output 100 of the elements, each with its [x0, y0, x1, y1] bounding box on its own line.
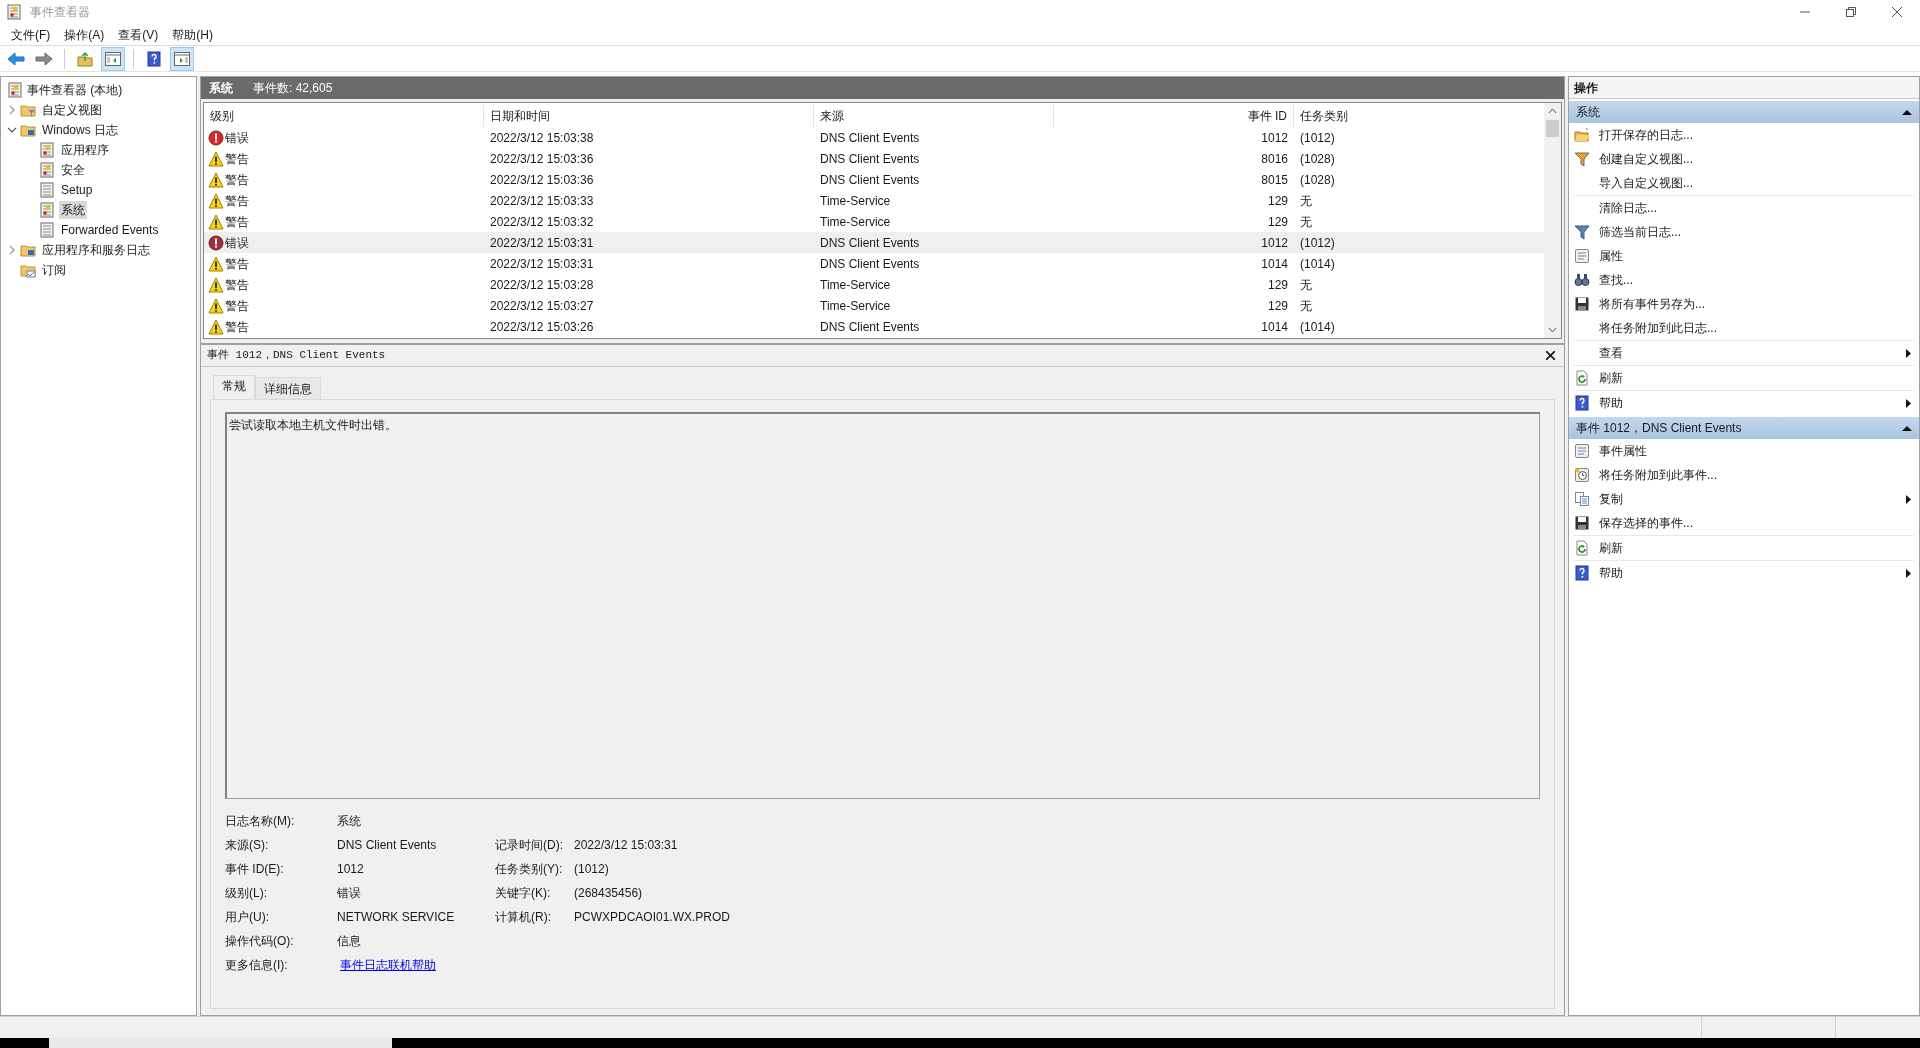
- property-value: 信息: [337, 933, 362, 950]
- table-cell-text: 无: [1299, 213, 1313, 231]
- table-row[interactable]: 错误 2022/3/12 15:03:38 DNS Client Events 1012 (1012): [204, 127, 1544, 148]
- action-item[interactable]: 将任务附加到此事件...: [1599, 466, 1717, 484]
- table-cell-text: 警告: [225, 318, 249, 336]
- property-value: (1012): [574, 861, 609, 878]
- help-link[interactable]: 事件日志联机帮助: [340, 956, 436, 974]
- table-cell-text: 警告: [225, 192, 249, 210]
- action-item[interactable]: 将任务附加到此日志...: [1599, 319, 1717, 337]
- action-item[interactable]: 清除日志...: [1599, 199, 1657, 217]
- action-item[interactable]: 导入自定义视图...: [1599, 174, 1693, 192]
- property-label: 来源(S):: [225, 837, 270, 854]
- property-label: 计算机(R):: [495, 909, 552, 926]
- warning-icon: [208, 192, 224, 209]
- show-tree-button[interactable]: [101, 46, 125, 71]
- table-cell-text: 2022/3/12 15:03:38: [489, 129, 595, 147]
- menu-item[interactable]: 帮助(H): [165, 24, 220, 45]
- property-value: NETWORK SERVICE: [337, 909, 456, 926]
- table-row[interactable]: 警告 2022/3/12 15:03:27 Time-Service 129 无: [204, 295, 1544, 316]
- table-cell-text: DNS Client Events: [819, 255, 921, 273]
- collapse-icon[interactable]: [1902, 109, 1912, 115]
- table-cell-text: 警告: [225, 213, 249, 231]
- table-row[interactable]: 警告 2022/3/12 15:03:28 Time-Service 129 无: [204, 274, 1544, 295]
- table-cell-text: DNS Client Events: [819, 150, 921, 168]
- table-row[interactable]: 警告 2022/3/12 15:03:36 DNS Client Events 8015 (1028): [204, 169, 1544, 190]
- table-cell-text: 2022/3/12 15:03:28: [489, 276, 595, 294]
- clock-icon: [1574, 467, 1590, 483]
- tree-item[interactable]: 安全: [59, 161, 87, 179]
- tab[interactable]: 常规: [213, 375, 255, 399]
- table-row[interactable]: 警告 2022/3/12 15:03:32 Time-Service 129 无: [204, 211, 1544, 232]
- table-row[interactable]: 警告 2022/3/12 15:03:33 Time-Service 129 无: [204, 190, 1544, 211]
- section-header[interactable]: 系统: [1569, 101, 1919, 123]
- help-icon: [1574, 395, 1590, 411]
- menu-item[interactable]: 操作(A): [57, 24, 112, 45]
- tree-item[interactable]: 事件查看器 (本地): [27, 81, 123, 99]
- table-row[interactable]: 警告 2022/3/12 15:03:36 DNS Client Events 8016 (1028): [204, 148, 1544, 169]
- property-label: 任务类别(Y):: [495, 861, 564, 878]
- error-icon: [208, 234, 224, 251]
- table-cell-text: 2022/3/12 15:03:26: [489, 318, 595, 336]
- property-value: PCWXPDCAOI01.WX.PROD: [574, 909, 731, 926]
- action-item[interactable]: 筛选当前日志...: [1599, 223, 1681, 241]
- column-header[interactable]: 事件 ID: [1054, 105, 1294, 127]
- tree-item[interactable]: 系统: [59, 201, 87, 219]
- tree-item[interactable]: Forwarded Events: [59, 221, 161, 239]
- table-row[interactable]: 警告 2022/3/12 15:03:31 DNS Client Events 1014 (1014): [204, 253, 1544, 274]
- action-item[interactable]: 刷新: [1599, 539, 1623, 557]
- table-cell-text: 2022/3/12 15:03:32: [489, 213, 595, 231]
- table-row[interactable]: 错误 2022/3/12 15:03:31 DNS Client Events 1012 (1012): [204, 232, 1544, 253]
- tree-item[interactable]: 自定义视图: [40, 101, 104, 119]
- property-label: 操作代码(O):: [225, 933, 295, 950]
- table-cell-text: 无: [1299, 297, 1313, 315]
- action-item[interactable]: 帮助: [1599, 564, 1623, 582]
- table-cell-text: 警告: [225, 276, 249, 294]
- tree-item[interactable]: 应用程序: [59, 141, 111, 159]
- property-value: 2022/3/12 15:03:31: [574, 837, 678, 854]
- tab[interactable]: 详细信息: [255, 377, 321, 399]
- action-item[interactable]: 保存选择的事件...: [1599, 514, 1693, 532]
- scrollbar[interactable]: [1544, 103, 1561, 338]
- column-header[interactable]: 级别: [204, 105, 484, 127]
- table-cell-text: 无: [1299, 276, 1313, 294]
- property-label: 日志名称(M):: [225, 813, 296, 830]
- section-header[interactable]: 事件 1012，DNS Client Events: [1569, 417, 1919, 439]
- column-header[interactable]: 日期和时间: [484, 105, 814, 127]
- action-item[interactable]: 事件属性: [1599, 442, 1647, 460]
- action-item[interactable]: 刷新: [1599, 369, 1623, 387]
- warning-icon: [208, 318, 224, 335]
- copy-icon: [1574, 491, 1590, 507]
- action-item[interactable]: 查找...: [1599, 271, 1633, 289]
- event-count: 事件数: 42,605: [253, 80, 333, 97]
- scroll-thumb[interactable]: [1546, 120, 1559, 137]
- column-header[interactable]: 任务类别: [1294, 105, 1534, 127]
- show-action-pane-button[interactable]: [170, 46, 194, 71]
- tree-item[interactable]: Windows 日志: [40, 121, 120, 139]
- action-item[interactable]: 复制: [1599, 490, 1623, 508]
- folder-icon: [20, 122, 36, 138]
- action-item[interactable]: 帮助: [1599, 394, 1623, 412]
- table-cell-text: 2022/3/12 15:03:36: [489, 150, 595, 168]
- tree-item[interactable]: 应用程序和服务日志: [40, 241, 152, 259]
- column-header[interactable]: 来源: [814, 105, 1054, 127]
- table-cell-text: 错误: [225, 129, 249, 147]
- warning-icon: [208, 297, 224, 314]
- menu-item[interactable]: 文件(F): [4, 24, 58, 45]
- event-detail-title: 事件 1012，DNS Client Events: [207, 348, 386, 364]
- log-icon: [39, 182, 55, 198]
- action-item[interactable]: 属性: [1599, 247, 1623, 265]
- table-cell-text: (1028): [1299, 150, 1336, 168]
- collapse-icon[interactable]: [1902, 425, 1912, 431]
- property-value: DNS Client Events: [337, 837, 438, 854]
- tree-item[interactable]: Setup: [59, 181, 95, 199]
- action-item[interactable]: 将所有事件另存为...: [1599, 295, 1705, 313]
- action-item[interactable]: 打开保存的日志...: [1599, 126, 1693, 144]
- log-icon: [39, 222, 55, 238]
- table-cell-text: 无: [1299, 192, 1313, 210]
- table-row[interactable]: 警告 2022/3/12 15:03:26 DNS Client Events 1014 (1014): [204, 316, 1544, 337]
- action-item[interactable]: 创建自定义视图...: [1599, 150, 1693, 168]
- table-cell-text: Time-Service: [819, 213, 892, 231]
- action-item[interactable]: 查看: [1599, 344, 1623, 362]
- menu-item[interactable]: 查看(V): [111, 24, 166, 45]
- tree-item[interactable]: 订阅: [40, 261, 68, 279]
- property-label: 级别(L):: [225, 885, 268, 902]
